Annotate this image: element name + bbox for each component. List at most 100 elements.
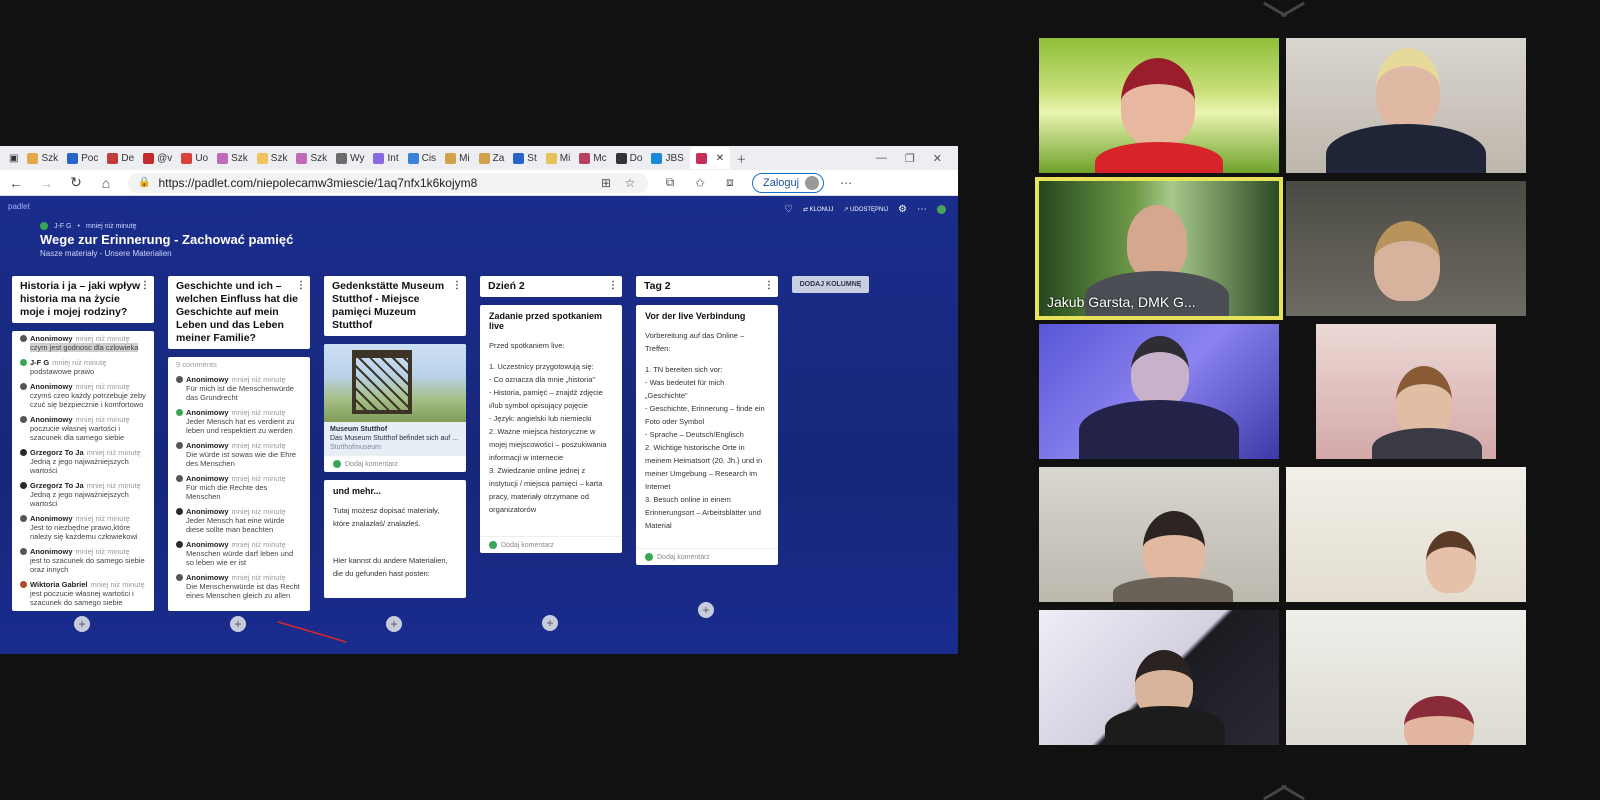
browser-tab[interactable]: Szk (24, 149, 61, 167)
participant-tile[interactable] (1286, 38, 1526, 173)
task-card-pl[interactable]: Zadanie przed spotkaniem live Przed spot… (480, 305, 622, 553)
shared-screen: ▣ Szk Poc De @v Uo Szk Szk Szk Wy Int Cis Mi Za St Mi M… (0, 146, 958, 654)
commenter-name: Anonimowy (186, 441, 229, 450)
settings-icon[interactable]: ⚙ (898, 204, 907, 215)
participant-body (1079, 400, 1239, 459)
browser-tab[interactable]: St (510, 149, 539, 167)
tab-label: Szk (310, 152, 328, 164)
commenter-name: Anonimowy (186, 474, 229, 483)
close-window-icon[interactable]: ✕ (933, 152, 942, 165)
column-menu-icon[interactable]: ⋮ (296, 279, 306, 292)
home-icon[interactable]: ⌂ (98, 175, 114, 191)
tab-label: JBS (665, 152, 684, 164)
browser-tab[interactable]: Szk (293, 149, 330, 167)
participant-tile[interactable] (1286, 610, 1526, 745)
favorite-add-icon[interactable]: ☆ (622, 176, 638, 190)
participant-tile[interactable] (1286, 467, 1526, 602)
comment: Anonimowy mniej niż minutę Die Menschenwür… (168, 570, 310, 603)
tab-active-padlet[interactable]: ✕ (689, 147, 731, 169)
participant-tile[interactable] (1286, 324, 1526, 459)
share-button[interactable]: ↗ UDOSTĘPNIJ (843, 206, 888, 213)
more-icon[interactable]: ⋯ (917, 204, 927, 215)
clone-button[interactable]: ⇄ KLONUJ (803, 206, 833, 213)
museum-photo[interactable] (324, 344, 466, 422)
column-menu-icon[interactable]: ⋮ (140, 279, 150, 292)
favorites-icon[interactable]: ✩ (692, 176, 708, 190)
maximize-icon[interactable]: ❐ (905, 152, 915, 165)
participant-tile[interactable] (1039, 38, 1279, 173)
add-post-button[interactable]: + (542, 615, 558, 631)
more-card[interactable]: und mehr... Tutaj możesz dopisać materia… (324, 480, 466, 598)
browser-tab[interactable]: Poc (64, 149, 101, 167)
forward-icon[interactable]: → (38, 175, 54, 191)
column-menu-icon[interactable]: ⋮ (764, 279, 774, 292)
tab-label: Szk (270, 152, 288, 164)
browser-tab[interactable]: @v (140, 149, 175, 167)
tab-favicon-icon (143, 152, 155, 164)
museum-card[interactable]: Museum Stutthof Das Museum Stutthof befi… (324, 344, 466, 472)
tab-label: @v (157, 152, 173, 164)
task-card-de[interactable]: Vor der live Verbindung Vorbereitung auf… (636, 305, 778, 565)
column-menu-icon[interactable]: ⋮ (608, 279, 618, 292)
participant-body (1113, 577, 1233, 602)
browser-tab[interactable]: Wy (333, 149, 367, 167)
column-menu-icon[interactable]: ⋮ (452, 279, 462, 292)
login-button[interactable]: Zaloguj (752, 172, 825, 193)
extensions-icon[interactable]: ⧉ (662, 175, 678, 190)
browser-tab[interactable]: Szk (214, 149, 251, 167)
participant-tile[interactable] (1286, 181, 1526, 316)
card-line: - Co oznacza dla mnie „historia" (489, 375, 596, 384)
back-icon[interactable]: ← (8, 175, 24, 191)
participant-tile[interactable] (1039, 467, 1279, 602)
browser-tab[interactable]: Mi (442, 149, 473, 167)
participant-tile[interactable] (1039, 324, 1279, 459)
add-post-button[interactable]: + (386, 616, 402, 632)
collapse-up-icon[interactable] (1262, 0, 1306, 18)
add-post-button[interactable]: + (698, 602, 714, 618)
reader-icon[interactable]: ⊞ (598, 176, 614, 190)
participant-face (1131, 336, 1189, 406)
participant-body (1095, 142, 1223, 173)
url-field[interactable]: 🔒 https://padlet.com/niepolecamw3miescie… (128, 172, 648, 193)
new-tab-button[interactable]: ＋ (733, 149, 749, 167)
commenter-name: Anonimowy (30, 334, 73, 343)
collections-icon[interactable]: ⧈ (722, 175, 738, 190)
tab-actions-icon[interactable]: ▣ (6, 149, 21, 167)
user-avatar[interactable] (937, 205, 946, 214)
browser-tab[interactable]: Int (370, 149, 401, 167)
browser-tab[interactable]: Mc (576, 149, 609, 167)
add-comment-field[interactable]: Dodaj komentarz (480, 536, 622, 553)
active-speaker-tile[interactable]: Jakub Garsta, DMK G... (1035, 177, 1283, 320)
browser-tab[interactable]: JBS (648, 149, 686, 167)
tab-label: Szk (231, 152, 248, 164)
participant-face (1143, 511, 1205, 585)
card-line: Przed spotkaniem live: (489, 341, 565, 350)
menu-dots-icon[interactable]: ⋯ (838, 176, 854, 190)
browser-tab[interactable]: De (104, 149, 137, 167)
heart-icon[interactable]: ♡ (784, 204, 793, 215)
browser-tab[interactable]: Mi (543, 149, 574, 167)
tab-close-icon[interactable]: ✕ (716, 153, 724, 164)
card-title: Zadanie przed spotkaniem live (489, 311, 603, 331)
browser-tab[interactable]: Cis (405, 149, 439, 167)
add-comment-field[interactable]: Dodaj komentarz (636, 548, 778, 565)
comment-text: poczucie własnej wartości i szacunek dla… (30, 424, 125, 442)
minimize-icon[interactable]: — (876, 152, 887, 165)
browser-tab[interactable]: Szk (254, 149, 291, 167)
collapse-down-icon[interactable] (1262, 784, 1306, 800)
tab-favicon-icon (445, 152, 457, 164)
comment: Anonimowy mniej niż minutę Für mich die Re… (168, 471, 310, 504)
browser-tab[interactable]: Do (613, 149, 646, 167)
add-column-button[interactable]: DODAJ KOLUMNĘ (792, 276, 869, 293)
board-toolbar: ♡ ⇄ KLONUJ ↗ UDOSTĘPNIJ ⚙ ⋯ (784, 204, 946, 215)
add-post-button[interactable]: + (230, 616, 246, 632)
participant-tile[interactable] (1039, 610, 1279, 745)
add-post-button[interactable]: + (74, 616, 90, 632)
browser-tab[interactable]: Uo (178, 149, 211, 167)
refresh-icon[interactable]: ↻ (68, 174, 84, 191)
browser-tab[interactable]: Za (476, 149, 508, 167)
add-comment-field[interactable]: Dodaj komentarz (324, 455, 466, 472)
padlet-logo[interactable]: padlet (8, 202, 30, 211)
column-header: Dzień 2 ⋮ (480, 276, 622, 297)
card-line: - Geschichte, Erinnerung – finde ein Fot… (645, 404, 765, 426)
